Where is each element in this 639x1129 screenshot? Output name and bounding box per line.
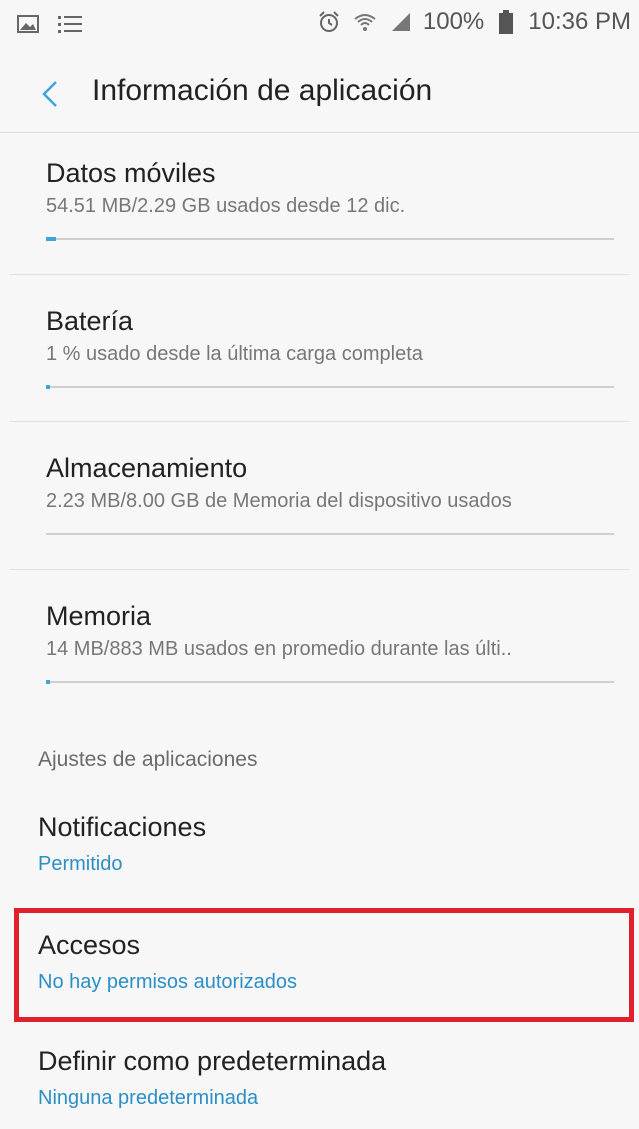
section-header: Ajustes de aplicaciones [38, 748, 258, 771]
menu-lines-icon [56, 10, 84, 38]
clock: 10:36 PM [528, 8, 631, 35]
battery-item[interactable]: Batería 1 % usado desde la última carga … [0, 306, 639, 389]
set-as-default-item[interactable]: Definir como predeterminada Ninguna pred… [38, 1046, 618, 1110]
app-bar: Información de aplicación [0, 56, 639, 133]
item-subtitle: 14 MB/883 MB usados en promedio durante … [46, 638, 512, 660]
back-icon[interactable] [36, 74, 66, 114]
progress-bar [46, 680, 614, 684]
item-subtitle: Permitido [38, 853, 123, 875]
item-subtitle: 1 % usado desde la última carga completa [46, 343, 423, 365]
item-title: Almacenamiento [46, 453, 248, 483]
gallery-icon [14, 10, 42, 38]
item-subtitle: 54.51 MB/2.29 GB usados desde 12 dic. [46, 195, 406, 217]
item-title: Notificaciones [38, 812, 207, 842]
progress-fill [46, 385, 50, 389]
wifi-icon [351, 8, 379, 36]
mobile-data-item[interactable]: Datos móviles 54.51 MB/2.29 GB usados de… [0, 158, 639, 241]
notifications-item[interactable]: Notificaciones Permitido [38, 812, 618, 876]
item-title: Definir como predeterminada [38, 1046, 387, 1076]
progress-fill [46, 237, 56, 241]
item-subtitle: 2.23 MB/8.00 GB de Memoria del dispositi… [46, 490, 512, 512]
progress-fill [46, 680, 50, 684]
item-title: Memoria [46, 601, 152, 631]
item-title: Datos móviles [46, 158, 216, 188]
alarm-icon [315, 8, 343, 36]
battery-icon [492, 8, 520, 36]
progress-bar [46, 533, 614, 535]
highlight-box [14, 908, 634, 1022]
progress-bar [46, 385, 614, 389]
memory-item[interactable]: Memoria 14 MB/883 MB usados en promedio … [0, 601, 639, 684]
divider [10, 569, 629, 570]
divider [10, 274, 629, 275]
status-bar: 100% 10:36 PM [0, 0, 639, 56]
item-title: Batería [46, 306, 134, 336]
page-title: Información de aplicación [92, 74, 433, 107]
storage-item[interactable]: Almacenamiento 2.23 MB/8.00 GB de Memori… [0, 453, 639, 535]
item-subtitle: Ninguna predeterminada [38, 1087, 259, 1109]
divider [10, 421, 629, 422]
signal-icon [387, 8, 415, 36]
progress-bar [46, 237, 614, 241]
battery-percent: 100% [422, 8, 485, 35]
